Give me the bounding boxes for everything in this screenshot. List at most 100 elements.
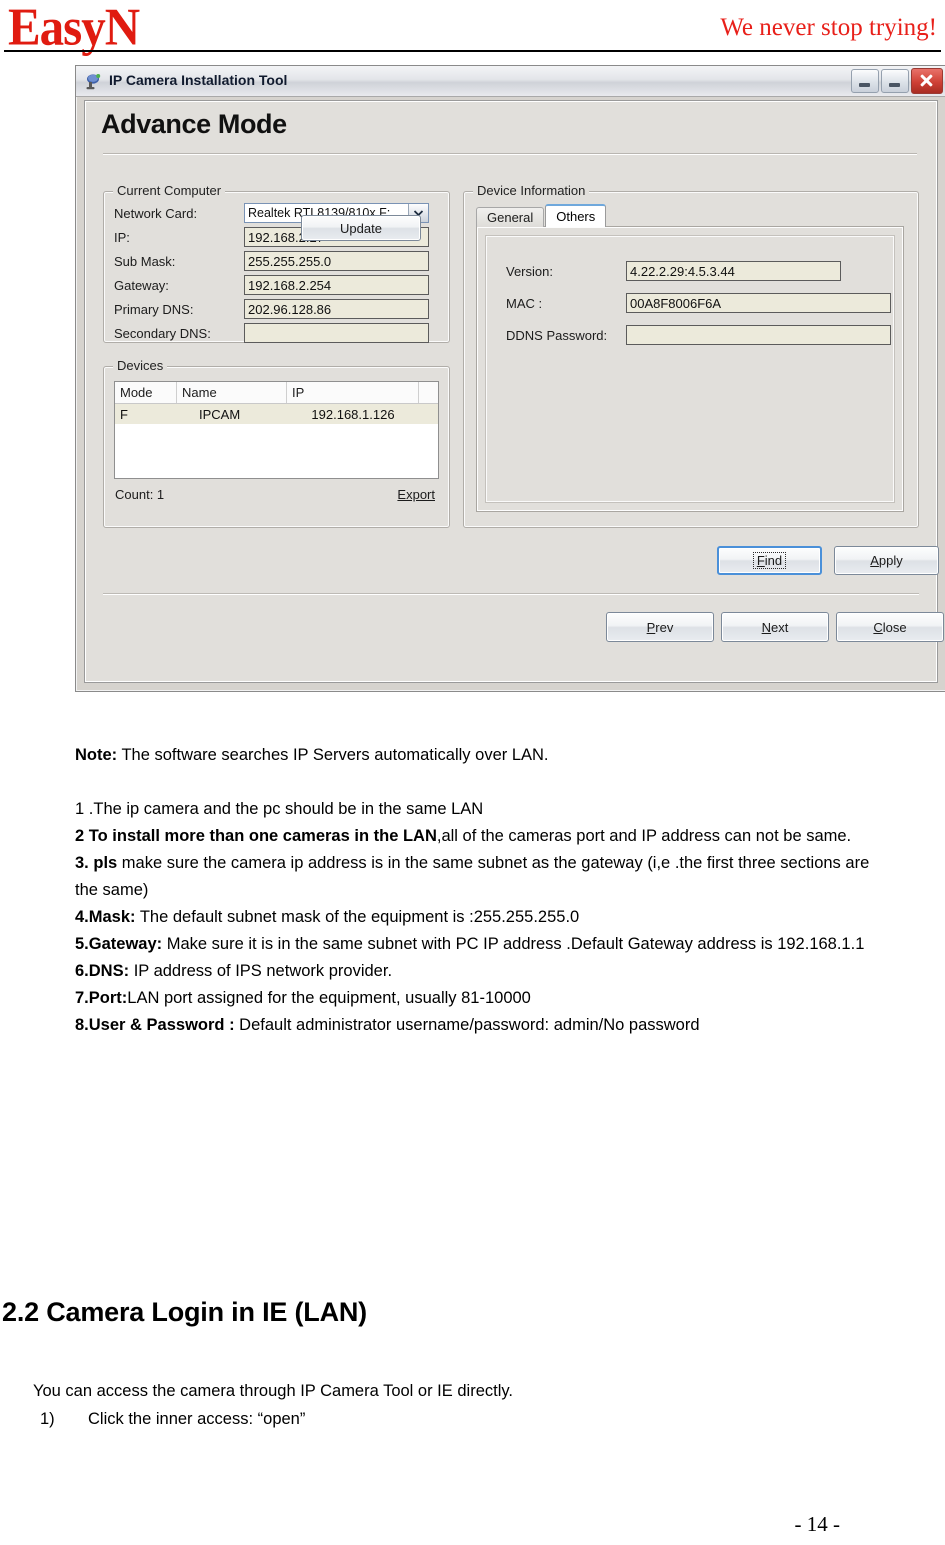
- close-icon[interactable]: [911, 68, 943, 94]
- field-row-ddns-password: DDNS Password:: [506, 324, 891, 346]
- minimize-icon: [889, 83, 900, 87]
- note-item: 8.User & Password : Default administrato…: [75, 1012, 875, 1039]
- current-computer-legend: Current Computer: [113, 183, 226, 198]
- ip-camera-tool-window: IP Camera Installation Tool Advance Mode…: [75, 65, 945, 692]
- restore-button[interactable]: [881, 69, 909, 93]
- device-info-tabs: General Others: [476, 204, 607, 227]
- note-item: 6.DNS: IP address of IPS network provide…: [75, 958, 875, 985]
- label-ip: IP:: [114, 229, 130, 245]
- page-header: EasyN We never stop trying!: [0, 0, 945, 58]
- header-divider: [4, 50, 941, 52]
- note-item-bold: pls: [93, 854, 118, 872]
- export-link[interactable]: Export: [397, 487, 435, 502]
- notes-block: Note: The software searches IP Servers a…: [75, 742, 875, 1039]
- prev-rest: rev: [655, 619, 674, 635]
- note-item-number: 8.: [75, 1016, 89, 1034]
- note-item-number: 7.: [75, 989, 89, 1007]
- field-row-version: Version:: [506, 260, 841, 282]
- ddns-password-input[interactable]: [626, 325, 891, 345]
- field-row-mac: MAC :: [506, 292, 891, 314]
- prev-button[interactable]: Prev: [606, 612, 714, 642]
- devices-list-header: Mode Name IP: [115, 382, 438, 404]
- device-info-inner-panel: Version: MAC : DDNS Password:: [485, 235, 895, 503]
- note-item-bold: Mask:: [88, 908, 136, 926]
- secondary-dns-input[interactable]: [244, 323, 429, 343]
- field-row-gateway: Gateway:: [114, 274, 429, 296]
- section-heading: 2.2 Camera Login in IE (LAN): [2, 1297, 367, 1327]
- find-button[interactable]: Find: [717, 546, 822, 575]
- field-row-sub-mask: Sub Mask:: [114, 250, 429, 272]
- device-count-label: Count: 1: [115, 487, 165, 502]
- note-item-number: 5.: [75, 935, 89, 953]
- step-text: Click the inner access: “open”: [88, 1410, 306, 1428]
- note-text: The software searches IP Servers automat…: [117, 746, 549, 764]
- brand-logo: EasyN: [8, 0, 140, 57]
- section-paragraph: You can access the camera through IP Cam…: [33, 1382, 513, 1400]
- note-item-bold: DNS:: [88, 962, 130, 980]
- prev-button-label: Prev: [647, 620, 674, 635]
- label-version: Version:: [506, 263, 553, 279]
- note-line: Note: The software searches IP Servers a…: [75, 742, 875, 769]
- note-item: 1 .The ip camera and the pc should be in…: [75, 796, 875, 823]
- label-mac: MAC :: [506, 295, 543, 311]
- note-item: 3. pls make sure the camera ip address i…: [75, 850, 875, 904]
- cell-name: IPCAM: [199, 406, 241, 422]
- note-item-text: ,all of the cameras port and IP address …: [436, 827, 852, 845]
- apply-button[interactable]: Apply: [834, 546, 939, 575]
- device-info-tab-panel: Version: MAC : DDNS Password:: [476, 226, 904, 512]
- close-button-label: Close: [873, 620, 906, 635]
- label-network-card: Network Card:: [114, 205, 198, 221]
- brand-tagline: We never stop trying!: [720, 14, 937, 41]
- label-gateway: Gateway:: [114, 277, 169, 293]
- note-item-text: Default administrator username/password:…: [234, 1016, 700, 1034]
- apply-rest: pply: [878, 553, 903, 568]
- section-step: 1) Click the inner access: “open”: [40, 1406, 305, 1433]
- next-button[interactable]: Next: [721, 612, 829, 642]
- tab-general[interactable]: General: [476, 207, 545, 227]
- note-item-number: 1 .: [75, 800, 94, 818]
- sub-mask-input[interactable]: [244, 251, 429, 271]
- note-item-bold: To install more than one cameras in the …: [88, 827, 437, 845]
- prev-accel: P: [646, 619, 656, 635]
- mac-input[interactable]: [626, 293, 891, 313]
- note-item-text: LAN port assigned for the equipment, usu…: [127, 989, 531, 1007]
- update-button[interactable]: Update: [301, 215, 421, 241]
- column-header-ip[interactable]: IP: [287, 382, 419, 403]
- table-row[interactable]: F IPCAM 192.168.1.126: [115, 404, 438, 424]
- window-client-area: Advance Mode Current Computer Network Ca…: [84, 100, 944, 683]
- note-item-bold: Port:: [88, 989, 128, 1007]
- note-item: 7.Port:LAN port assigned for the equipme…: [75, 985, 875, 1012]
- close-button[interactable]: Close: [836, 612, 944, 642]
- apply-button-label: Apply: [870, 553, 903, 568]
- cell-mode: F: [120, 406, 128, 422]
- field-row-secondary-dns: Secondary DNS:: [114, 322, 429, 344]
- current-computer-group: Current Computer Network Card: Realtek R…: [103, 183, 450, 344]
- primary-dns-input[interactable]: [244, 299, 429, 319]
- note-item-bold: User & Password :: [88, 1016, 235, 1034]
- version-input[interactable]: [626, 261, 841, 281]
- note-item-bold: Gateway:: [88, 935, 163, 953]
- label-secondary-dns: Secondary DNS:: [114, 325, 211, 341]
- column-header-mode[interactable]: Mode: [115, 382, 177, 403]
- tab-others[interactable]: Others: [545, 204, 607, 227]
- page-title: Advance Mode: [101, 109, 287, 139]
- gateway-input[interactable]: [244, 275, 429, 295]
- field-row-primary-dns: Primary DNS:: [114, 298, 429, 320]
- window-titlebar[interactable]: IP Camera Installation Tool: [76, 66, 945, 97]
- minimize-button[interactable]: [851, 69, 879, 93]
- label-ddns-password: DDNS Password:: [506, 327, 608, 343]
- note-item: 2 To install more than one cameras in th…: [75, 823, 875, 850]
- close-rest: lose: [882, 619, 907, 635]
- note-item-number: 4.: [75, 908, 89, 926]
- note-item: 4.Mask: The default subnet mask of the e…: [75, 904, 875, 931]
- cell-ip: 192.168.1.126: [311, 406, 395, 422]
- next-rest: ext: [771, 619, 789, 635]
- apply-accel: A: [870, 553, 879, 568]
- column-header-name[interactable]: Name: [177, 382, 287, 403]
- column-header-blank[interactable]: [419, 382, 438, 403]
- devices-group: Devices Mode Name IP F IPCAM 192.168.1.1…: [103, 358, 450, 528]
- next-accel: N: [761, 619, 772, 635]
- devices-list[interactable]: Mode Name IP F IPCAM 192.168.1.126: [114, 381, 439, 479]
- find-rest: ind: [764, 553, 783, 568]
- title-divider: [103, 153, 917, 155]
